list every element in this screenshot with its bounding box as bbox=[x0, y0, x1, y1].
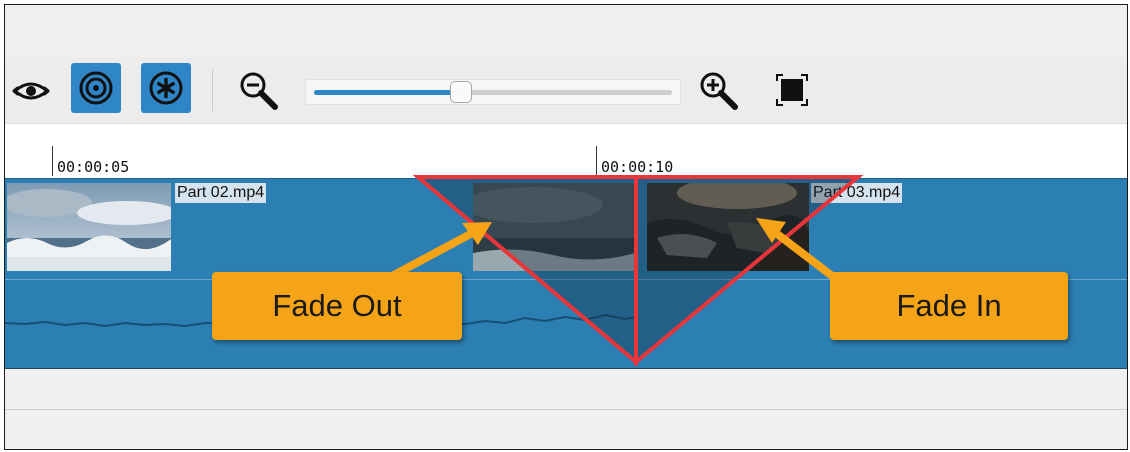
zoom-in-icon bbox=[700, 72, 738, 110]
clip-thumbnail-fade-in bbox=[647, 183, 809, 271]
empty-track-area bbox=[5, 369, 1127, 449]
ruler-tick bbox=[52, 146, 53, 176]
timeline-panel: 00:00:05 00:00:10 Part 02.mp4 Part 03.mp… bbox=[4, 4, 1128, 450]
timeline-toolbar bbox=[5, 57, 1127, 124]
zoom-slider[interactable] bbox=[305, 79, 681, 105]
snap-button[interactable] bbox=[71, 63, 121, 113]
zoom-out-icon bbox=[240, 72, 278, 110]
ripple-button[interactable] bbox=[141, 63, 191, 113]
zoom-slider-fill bbox=[314, 90, 461, 95]
ripple-asterisk-icon bbox=[149, 71, 183, 105]
toolbar-separator bbox=[212, 69, 213, 111]
ruler-tick bbox=[596, 146, 597, 176]
zoom-fit-button[interactable] bbox=[771, 69, 813, 111]
clip-thumbnail-fade-out bbox=[473, 183, 635, 271]
time-ruler[interactable]: 00:00:05 00:00:10 bbox=[5, 124, 1127, 178]
panel-header-area bbox=[5, 5, 1127, 57]
fade-out-callout: Fade Out bbox=[212, 272, 462, 340]
zoom-in-button[interactable] bbox=[695, 67, 743, 115]
clip-label-part03: Part 03.mp4 bbox=[811, 183, 903, 203]
track-divider-lower bbox=[5, 409, 1127, 410]
zoom-fit-icon bbox=[776, 74, 808, 106]
fade-in-callout: Fade In bbox=[830, 272, 1068, 340]
zoom-slider-handle[interactable] bbox=[449, 81, 472, 103]
snap-target-icon bbox=[79, 71, 113, 105]
ruler-label-5s: 00:00:05 bbox=[57, 158, 130, 176]
clip-label-part02: Part 02.mp4 bbox=[175, 183, 267, 203]
clip-thumbnail-part02 bbox=[7, 183, 171, 271]
ruler-label-10s: 00:00:10 bbox=[601, 158, 674, 176]
zoom-out-button[interactable] bbox=[235, 67, 283, 115]
eye-icon[interactable] bbox=[11, 71, 51, 111]
